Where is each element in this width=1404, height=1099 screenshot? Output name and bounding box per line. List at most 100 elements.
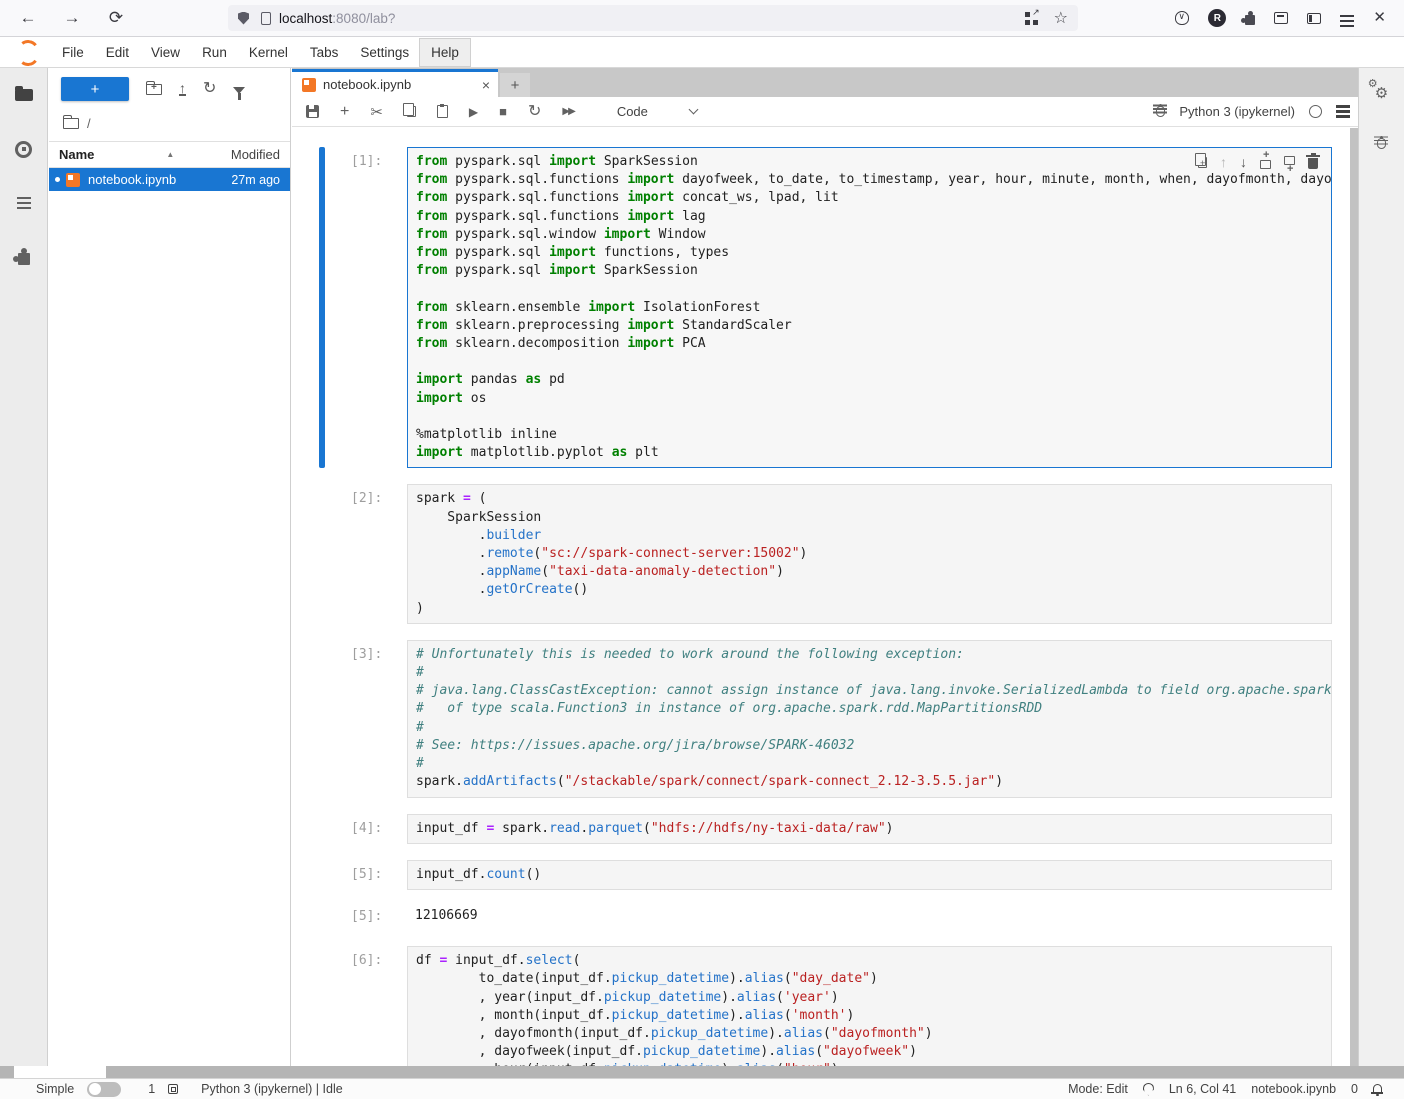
cell-collapser[interactable] — [319, 860, 325, 890]
cell-output-area[interactable]: 12106669 — [407, 902, 1332, 930]
toolbar-menu-icon[interactable] — [1336, 110, 1350, 113]
window-close-icon[interactable]: ✕ — [1373, 11, 1386, 25]
simple-mode-label: Simple — [36, 1082, 74, 1096]
kernel-status-text[interactable]: Python 3 (ipykernel) | Idle — [201, 1082, 343, 1096]
cell-collapser[interactable] — [319, 640, 325, 798]
code-cell[interactable]: [5]:input_df.count() — [319, 860, 1332, 890]
duplicate-cell-icon[interactable] — [1198, 157, 1207, 168]
interrupt-kernel-icon[interactable]: ■ — [499, 104, 507, 119]
trust-shield-icon[interactable] — [1143, 1083, 1154, 1096]
menu-tabs[interactable]: Tabs — [299, 39, 350, 66]
menu-help[interactable]: Help — [420, 39, 470, 66]
new-launcher-button[interactable]: + — [61, 77, 129, 101]
cut-cells-icon[interactable]: ✂ — [370, 103, 383, 121]
cell-input-area[interactable]: df = input_df.select( to_date(input_df.p… — [407, 946, 1332, 1066]
notebook-content[interactable]: [1]:from pyspark.sql import SparkSession… — [292, 128, 1350, 1066]
code-cell[interactable]: [4]:input_df = spark.read.parquet("hdfs:… — [319, 814, 1332, 844]
tab-extension-manager[interactable] — [0, 230, 47, 284]
tab-property-inspector[interactable]: ⚙ — [1359, 68, 1404, 118]
cell-input-area[interactable]: input_df.count() — [407, 860, 1332, 890]
copy-cells-icon[interactable] — [407, 106, 416, 117]
url-bar[interactable]: localhost:8080/lab? ☆ — [228, 5, 1078, 31]
debugger-side-icon — [1377, 138, 1386, 149]
menu-view[interactable]: View — [140, 39, 191, 66]
cell-input-area[interactable]: from pyspark.sql import SparkSessionfrom… — [407, 147, 1332, 468]
cell-input-area[interactable]: spark = ( SparkSession .builder .remote(… — [407, 484, 1332, 623]
back-icon[interactable]: ← — [16, 8, 40, 28]
page-info-icon[interactable] — [261, 12, 271, 25]
cell-collapser[interactable] — [319, 946, 325, 1066]
notebook-tab[interactable]: notebook.ipynb × — [292, 69, 498, 97]
extensions-icon[interactable] — [1245, 15, 1255, 25]
cell-input-area[interactable]: input_df = spark.read.parquet("hdfs://hd… — [407, 814, 1332, 844]
upload-icon[interactable]: ↑ — [179, 82, 186, 96]
cell-collapser[interactable] — [319, 484, 325, 623]
browser-menu-icon[interactable] — [1340, 20, 1354, 22]
save-icon[interactable] — [306, 105, 319, 118]
code-cell[interactable]: [1]:from pyspark.sql import SparkSession… — [319, 147, 1332, 468]
menu-run[interactable]: Run — [191, 39, 238, 66]
vertical-scrollbar[interactable] — [1350, 128, 1358, 1066]
bell-icon[interactable] — [1373, 1084, 1382, 1092]
column-name[interactable]: Name — [59, 147, 94, 162]
code-cell[interactable]: [6]:df = input_df.select( to_date(input_… — [319, 946, 1332, 1066]
move-cell-down-icon[interactable]: ↓ — [1240, 154, 1247, 170]
tab-debugger[interactable] — [1359, 118, 1404, 168]
reload-icon[interactable]: ⟳ — [104, 8, 128, 28]
forward-icon[interactable]: → — [60, 8, 84, 28]
debugger-icon[interactable] — [1156, 106, 1165, 117]
restart-run-all-icon[interactable]: ▶▶ — [562, 106, 573, 117]
new-tab-button[interactable]: + — [500, 73, 530, 97]
code-cell[interactable]: [2]:spark = ( SparkSession .builder .rem… — [319, 484, 1332, 623]
tab-running-kernels[interactable] — [0, 122, 47, 176]
move-cell-up-icon[interactable]: ↑ — [1220, 154, 1227, 170]
insert-cell-icon[interactable]: + — [340, 103, 349, 121]
menu-kernel[interactable]: Kernel — [238, 39, 299, 66]
notification-count[interactable]: 0 — [1351, 1082, 1358, 1096]
tab-close-icon[interactable]: × — [482, 77, 490, 93]
menu-settings[interactable]: Settings — [349, 39, 420, 66]
cell-collapser[interactable] — [319, 147, 325, 468]
kernel-chip-icon[interactable] — [168, 1084, 178, 1094]
home-folder-icon[interactable] — [63, 118, 79, 129]
cell-input-area[interactable]: # Unfortunately this is needed to work a… — [407, 640, 1332, 798]
tracking-shield-icon[interactable] — [238, 12, 249, 25]
run-cell-icon[interactable]: ▶ — [469, 105, 478, 119]
new-folder-icon[interactable] — [146, 84, 162, 95]
file-row-notebook[interactable]: notebook.ipynb 27m ago — [49, 168, 290, 191]
kernel-status-icon[interactable] — [1309, 105, 1322, 118]
sidebar-toggle-icon[interactable] — [1307, 13, 1321, 24]
bookmark-star-icon[interactable]: ☆ — [1054, 12, 1068, 25]
menu-edit[interactable]: Edit — [95, 39, 140, 66]
mode-indicator[interactable]: Mode: Edit — [1068, 1082, 1128, 1096]
reader-mode-icon[interactable] — [1025, 12, 1038, 25]
insert-cell-below-icon[interactable] — [1284, 156, 1295, 165]
restart-kernel-icon[interactable]: ↻ — [528, 105, 541, 119]
tab-table-of-contents[interactable] — [0, 176, 47, 230]
filter-icon[interactable] — [233, 87, 245, 94]
refresh-icon[interactable]: ↻ — [203, 82, 216, 96]
tab-file-browser[interactable] — [0, 68, 47, 122]
pocket-icon[interactable] — [1175, 11, 1189, 25]
simple-mode-toggle[interactable] — [87, 1082, 121, 1097]
menu-file[interactable]: File — [51, 39, 95, 66]
column-modified[interactable]: Modified — [231, 147, 280, 162]
kernel-name[interactable]: Python 3 (ipykernel) — [1179, 104, 1295, 119]
cell-collapser[interactable] — [319, 902, 325, 930]
insert-cell-above-icon[interactable] — [1260, 160, 1271, 169]
containers-icon[interactable] — [1274, 12, 1288, 24]
profile-avatar[interactable]: R — [1208, 9, 1226, 27]
kernel-session-count[interactable]: 1 — [148, 1082, 155, 1096]
unsaved-dot — [55, 177, 60, 182]
output-cell[interactable]: [5]:12106669 — [319, 902, 1332, 930]
code-cell[interactable]: [3]:# Unfortunately this is needed to wo… — [319, 640, 1332, 798]
folder-icon — [15, 89, 33, 101]
notebook-tab-icon — [302, 78, 316, 92]
cell-type-dropdown[interactable]: Code — [617, 104, 697, 119]
breadcrumb[interactable]: / — [87, 116, 91, 131]
cell-collapser[interactable] — [319, 814, 325, 844]
file-list-header[interactable]: Name ▲ Modified — [49, 141, 290, 168]
paste-cells-icon[interactable] — [437, 105, 448, 118]
cursor-position[interactable]: Ln 6, Col 41 — [1169, 1082, 1236, 1096]
delete-cell-icon[interactable] — [1308, 158, 1318, 169]
